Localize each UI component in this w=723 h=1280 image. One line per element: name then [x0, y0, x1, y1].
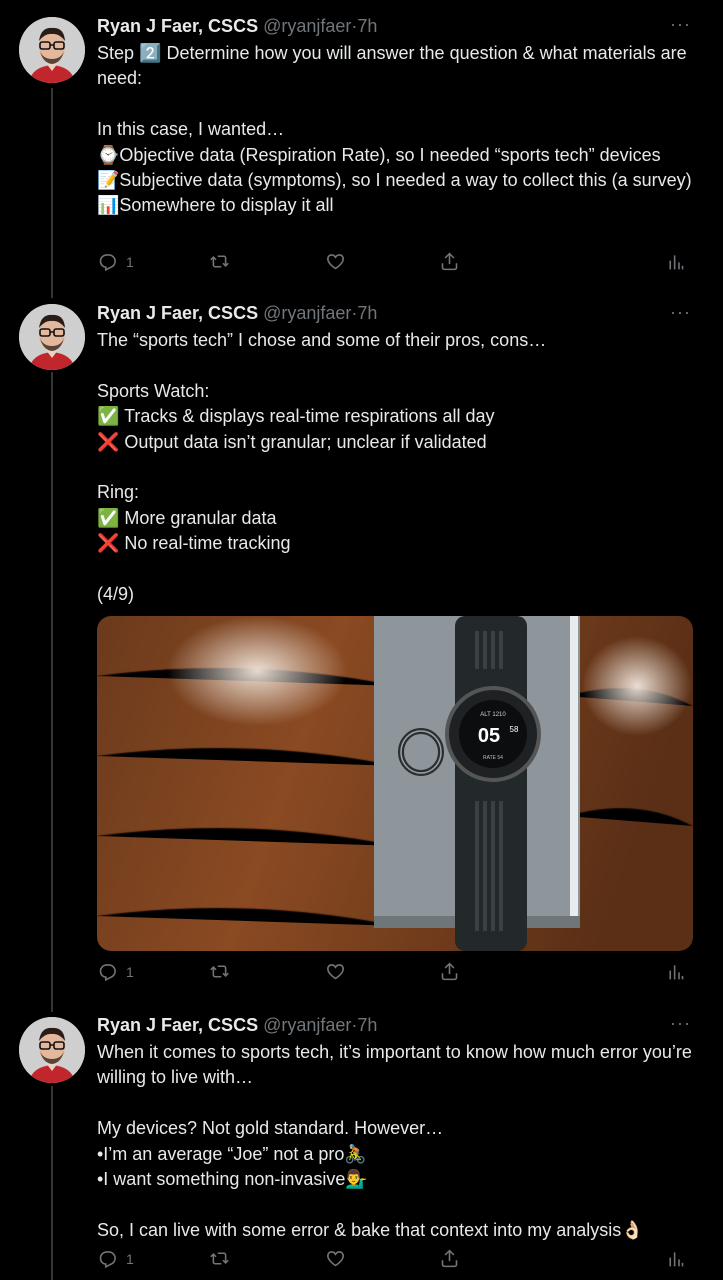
retweet-button[interactable] — [209, 251, 230, 272]
share-button[interactable] — [439, 961, 460, 982]
more-options-icon[interactable]: ··· — [670, 302, 691, 323]
share-button[interactable] — [439, 1248, 460, 1269]
author-name[interactable]: Ryan J Faer, CSCS — [97, 1015, 258, 1035]
author-name[interactable]: Ryan J Faer, CSCS — [97, 303, 258, 323]
tweet-text: The “sports tech” I chose and some of th… — [97, 330, 547, 605]
timestamp[interactable]: 7h — [357, 16, 377, 36]
author-handle[interactable]: @ryanjfaer — [263, 16, 351, 36]
tweet-header: Ryan J Faer, CSCS @ryanjfaer·7h — [97, 15, 693, 37]
analytics-button[interactable] — [665, 1248, 686, 1269]
share-icon — [441, 252, 458, 271]
analytics-button[interactable] — [665, 961, 686, 982]
tweet-text: Step 2️⃣ Determine how you will answer t… — [97, 43, 692, 216]
avatar[interactable] — [19, 304, 85, 370]
reply-button[interactable]: 1 — [97, 961, 134, 982]
reply-icon — [99, 254, 116, 272]
retweet-button[interactable] — [209, 1248, 230, 1269]
watch-top-text: ALT 1210 — [480, 712, 506, 718]
like-button[interactable] — [325, 961, 346, 982]
retweet-icon — [210, 965, 229, 978]
tweet-header: Ryan J Faer, CSCS @ryanjfaer·7h — [97, 302, 693, 324]
thread-line — [51, 88, 53, 298]
share-icon — [441, 962, 458, 981]
watch-time: 05 — [478, 725, 500, 747]
tweet-actions: 1 — [97, 961, 688, 985]
thread-line — [51, 1086, 53, 1280]
watch-bottom-text: RATE 54 — [483, 755, 503, 761]
more-options-icon[interactable]: ··· — [670, 1013, 691, 1034]
analytics-icon — [669, 255, 684, 270]
author-handle[interactable]: @ryanjfaer — [263, 303, 351, 323]
like-icon — [327, 254, 344, 270]
share-button[interactable] — [439, 251, 460, 272]
analytics-icon — [669, 1252, 684, 1267]
tweet-actions: 1 — [97, 251, 688, 275]
reply-icon — [99, 1251, 116, 1269]
retweet-icon — [210, 1252, 229, 1265]
thread-line — [51, 372, 53, 1012]
reply-button[interactable]: 1 — [97, 1248, 134, 1269]
author-name[interactable]: Ryan J Faer, CSCS — [97, 16, 258, 36]
reply-count: 1 — [126, 963, 134, 980]
like-icon — [327, 1251, 344, 1267]
retweet-icon — [210, 255, 229, 268]
analytics-button[interactable] — [665, 251, 686, 272]
reply-count: 1 — [126, 253, 134, 270]
author-handle[interactable]: @ryanjfaer — [263, 1015, 351, 1035]
tweet-text: When it comes to sports tech, it’s impor… — [97, 1042, 692, 1240]
reply-count: 1 — [126, 1250, 134, 1267]
timestamp[interactable]: 7h — [357, 303, 377, 323]
avatar[interactable] — [19, 1017, 85, 1083]
like-button[interactable] — [325, 251, 346, 272]
reply-button[interactable]: 1 — [97, 251, 134, 272]
watch-seconds: 58 — [510, 725, 519, 734]
more-options-icon[interactable]: ··· — [670, 14, 691, 35]
retweet-button[interactable] — [209, 961, 230, 982]
avatar[interactable] — [19, 17, 85, 83]
tweet-actions: 1 — [97, 1248, 688, 1272]
tweet-header: Ryan J Faer, CSCS @ryanjfaer·7h — [97, 1014, 693, 1036]
tweet-photo[interactable]: ALT 1210 05 58 RATE 54 — [97, 616, 693, 951]
like-icon — [327, 964, 344, 980]
reply-icon — [99, 964, 116, 982]
timestamp[interactable]: 7h — [357, 1015, 377, 1035]
watch-and-ring-photo: ALT 1210 05 58 RATE 54 — [97, 616, 693, 951]
like-button[interactable] — [325, 1248, 346, 1269]
analytics-icon — [669, 965, 684, 980]
share-icon — [441, 1249, 458, 1268]
